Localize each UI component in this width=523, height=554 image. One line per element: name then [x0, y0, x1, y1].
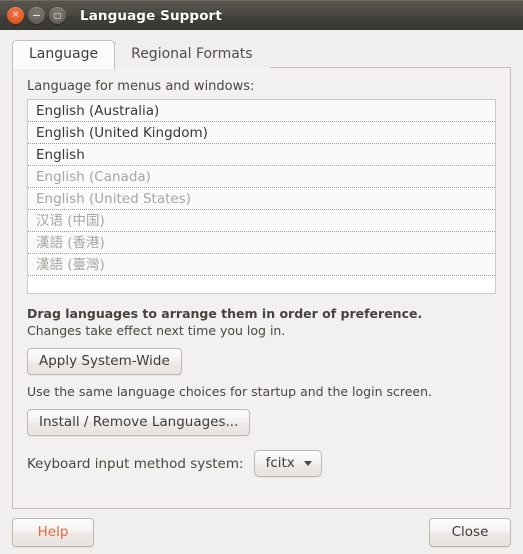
maximize-window-button[interactable]: □ [49, 7, 66, 24]
maximize-icon: □ [53, 10, 62, 20]
close-button[interactable]: Close [429, 517, 511, 547]
close-icon: × [11, 10, 20, 20]
install-button-row: Install / Remove Languages... [27, 409, 496, 436]
chevron-down-icon [303, 460, 312, 466]
apply-hint: Use the same language choices for startu… [27, 384, 432, 399]
tab-strip: Language Regional Formats [12, 39, 511, 69]
list-item[interactable]: English (Canada) [28, 166, 495, 188]
window-title: Language Support [80, 7, 222, 24]
window-footer: Help Close [0, 510, 523, 554]
language-list-label: Language for menus and windows: [27, 79, 255, 94]
title-bar: × − □ Language Support [0, 0, 523, 30]
tab-regional-formats-label: Regional Formats [131, 46, 253, 62]
list-item[interactable]: English (Australia) [28, 100, 495, 122]
changes-hint: Changes take effect next time you log in… [27, 323, 286, 338]
keyboard-input-method-label: Keyboard input method system: [27, 455, 244, 472]
tab-strip-filler [269, 39, 511, 68]
minimize-icon: − [31, 9, 42, 22]
list-item[interactable]: English [28, 144, 495, 166]
drag-hint: Drag languages to arrange them in order … [27, 306, 423, 321]
apply-system-wide-button[interactable]: Apply System-Wide [27, 348, 182, 375]
apply-button-row: Apply System-Wide [27, 348, 496, 375]
list-item[interactable]: English (United Kingdom) [28, 122, 495, 144]
minimize-window-button[interactable]: − [28, 7, 45, 24]
tab-regional-formats[interactable]: Regional Formats [114, 40, 269, 68]
keyboard-input-method-select[interactable]: fcitx [253, 450, 322, 477]
language-list[interactable]: English (Australia) English (United King… [27, 99, 496, 294]
language-tab-panel: Language for menus and windows: English … [12, 67, 511, 509]
window-content: Language Regional Formats Language for m… [0, 30, 523, 510]
language-support-window: × − □ Language Support Language Regional… [0, 0, 523, 554]
install-remove-languages-button[interactable]: Install / Remove Languages... [27, 409, 251, 436]
tab-language-label: Language [29, 46, 99, 62]
close-window-button[interactable]: × [7, 7, 24, 24]
keyboard-input-method-row: Keyboard input method system: fcitx [27, 450, 496, 477]
list-empty-row [28, 276, 495, 293]
list-item[interactable]: 漢語 (臺灣) [28, 254, 495, 276]
list-item[interactable]: 汉语 (中国) [28, 210, 495, 232]
keyboard-input-method-value: fcitx [265, 455, 295, 471]
tab-language[interactable]: Language [12, 40, 116, 69]
help-button[interactable]: Help [12, 517, 94, 547]
list-item[interactable]: English (United States) [28, 188, 495, 210]
list-item[interactable]: 漢語 (香港) [28, 232, 495, 254]
